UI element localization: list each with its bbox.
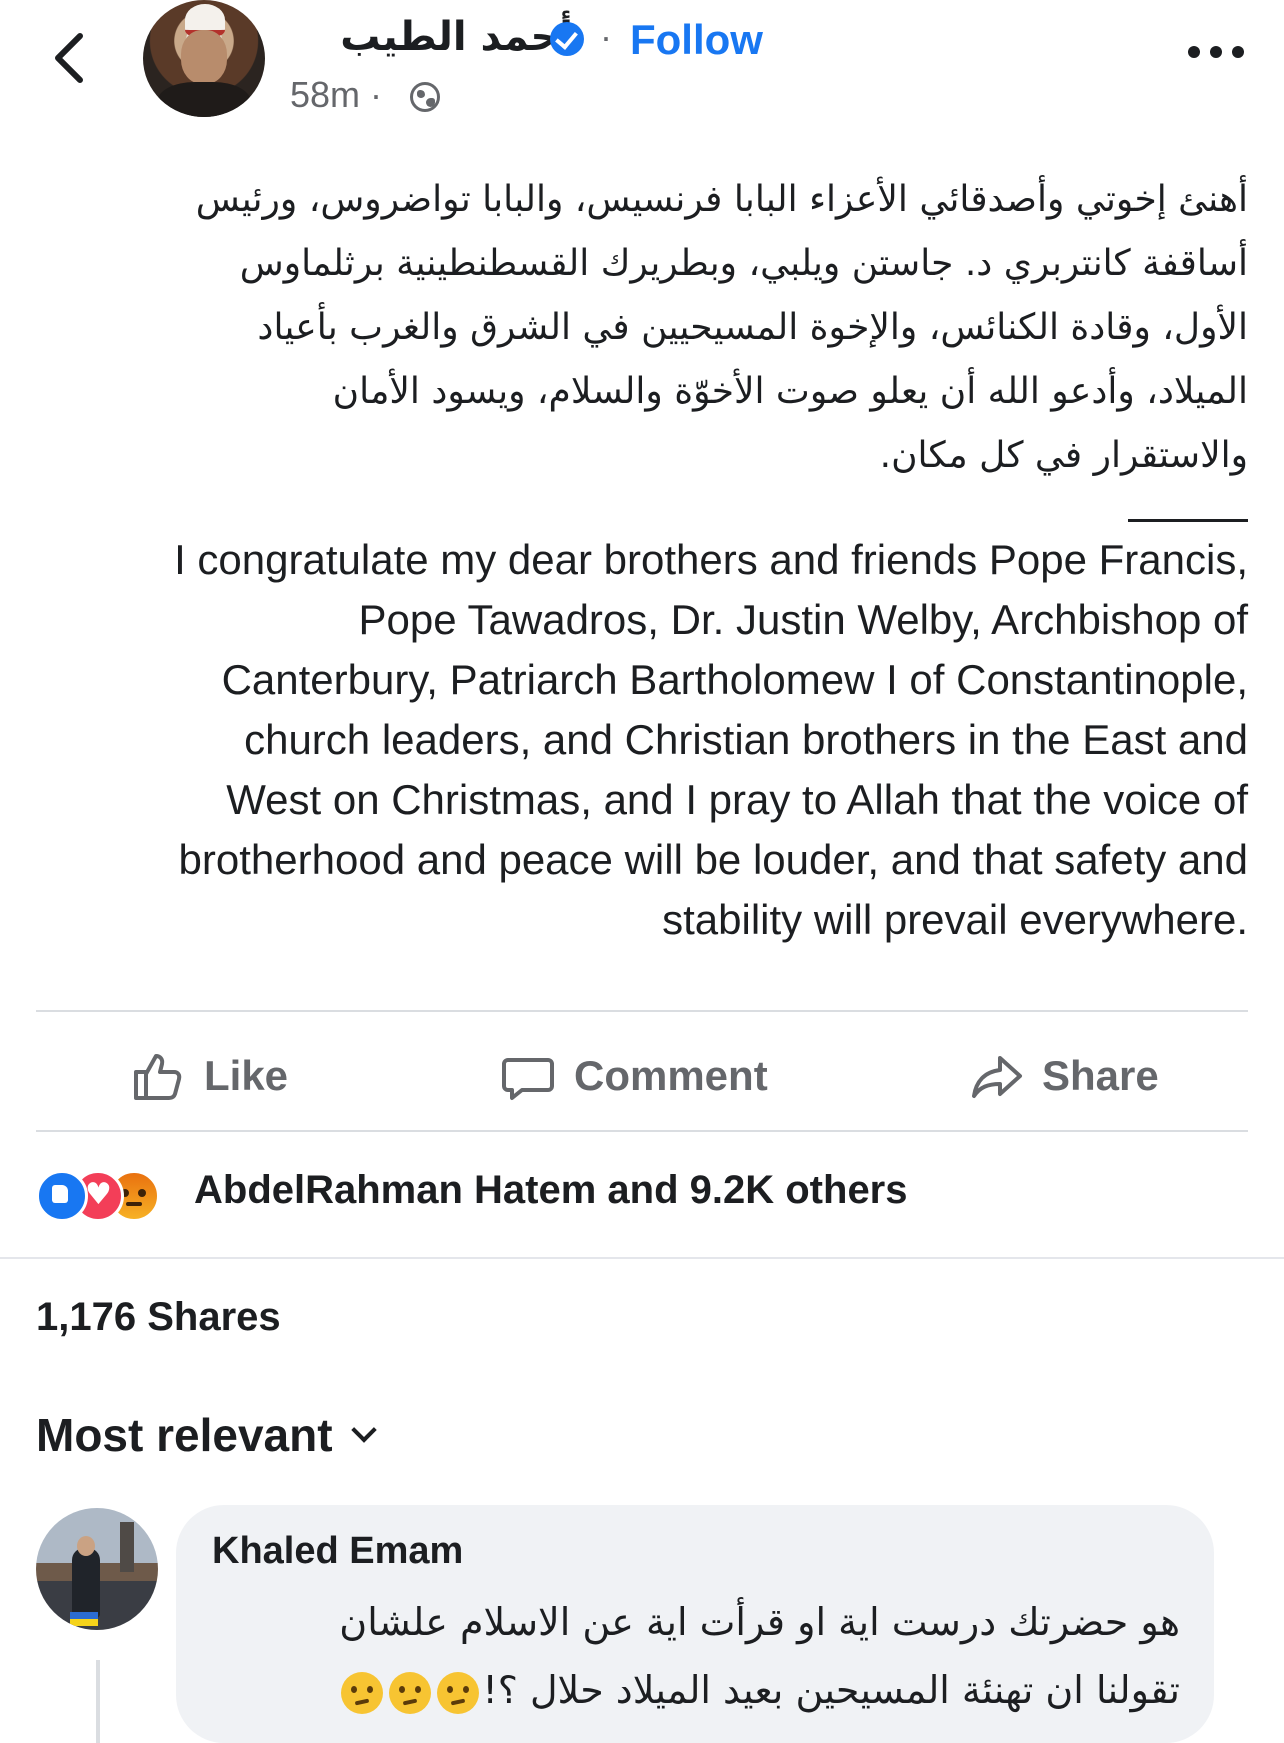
globe-icon — [410, 82, 440, 112]
chevron-down-icon — [350, 1417, 377, 1443]
more-options-button[interactable] — [1188, 34, 1248, 64]
section-divider — [0, 1257, 1284, 1259]
separator-dot: · — [600, 16, 612, 57]
commenter-name[interactable]: Khaled Emam — [212, 1530, 463, 1573]
author-avatar[interactable] — [143, 0, 265, 117]
ukraine-flag-icon — [70, 1612, 98, 1626]
post-text-english: I congratulate my dear brothers and frie… — [174, 536, 1248, 943]
reaction-icons[interactable] — [36, 1170, 186, 1222]
author-row: أحمد الطيب · Follow — [298, 14, 778, 66]
like-button[interactable]: Like — [130, 1046, 288, 1106]
action-bar-bottom-divider — [36, 1130, 1248, 1132]
back-button[interactable] — [50, 30, 90, 86]
post-text-arabic: أهنئ إخوتي وأصدقائي الأعزاء البابا فرنسي… — [195, 179, 1248, 476]
more-dot — [1210, 46, 1222, 58]
thumbs-up-icon — [134, 1054, 182, 1100]
share-button[interactable]: Share — [968, 1046, 1159, 1106]
avatar-background-tower — [120, 1522, 134, 1572]
comment-thread-line — [96, 1660, 100, 1743]
post-meta: 58m · — [290, 74, 382, 116]
avatar-person — [72, 1548, 100, 1618]
text-divider — [1128, 519, 1248, 522]
thinking-face-emoji-icon — [341, 1671, 384, 1714]
share-label: Share — [1042, 1052, 1159, 1099]
avatar-head — [77, 1536, 95, 1556]
share-arrow-icon — [972, 1056, 1022, 1098]
author-name[interactable]: أحمد الطيب — [340, 14, 573, 60]
thinking-face-emoji-icon — [389, 1671, 432, 1714]
follow-button[interactable]: Follow — [630, 16, 763, 64]
post-time[interactable]: 58m — [290, 74, 360, 115]
action-bar-top-divider — [36, 1010, 1248, 1012]
more-dot — [1188, 46, 1200, 58]
avatar-face — [181, 30, 227, 84]
like-reaction-icon — [36, 1170, 88, 1222]
more-dot — [1232, 46, 1244, 58]
avatar-robe — [157, 82, 251, 117]
thinking-face-emoji-icon — [437, 1671, 480, 1714]
comment-emojis — [338, 1668, 482, 1714]
shares-count[interactable]: 1,176 Shares — [36, 1295, 281, 1340]
comment-bubble-icon — [502, 1058, 554, 1100]
comment-sort-dropdown[interactable]: Most relevant — [36, 1408, 377, 1462]
comment-text: هو حضرتك درست اية او قرأت اية عن الاسلام… — [212, 1588, 1180, 1724]
sort-label: Most relevant — [36, 1409, 333, 1461]
meta-separator: · — [370, 74, 383, 115]
like-label: Like — [204, 1052, 289, 1099]
commenter-avatar[interactable] — [36, 1508, 158, 1630]
comment-button[interactable]: Comment — [500, 1046, 768, 1106]
verified-badge-icon — [550, 22, 584, 56]
reactors-summary[interactable]: AbdelRahman Hatem and 9.2K others — [194, 1168, 908, 1213]
comment-label: Comment — [574, 1052, 768, 1099]
chevron-left-icon — [55, 33, 83, 83]
